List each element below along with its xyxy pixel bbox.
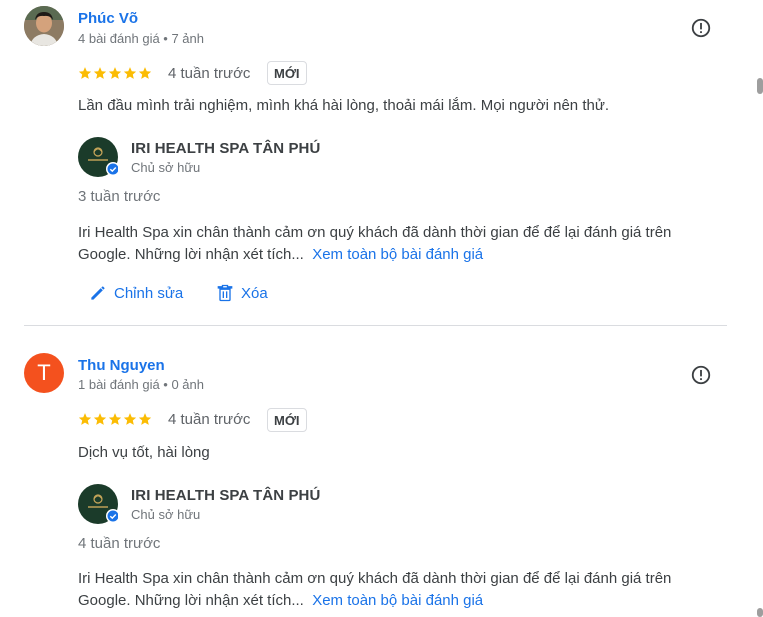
star-rating	[78, 412, 152, 426]
review-text: Dịch vụ tốt, hài lòng	[78, 444, 210, 461]
scrollbar-thumb[interactable]	[757, 78, 763, 94]
owner-name: IRI HEALTH SPA TÂN PHÚ	[131, 487, 321, 504]
star-icon	[108, 413, 122, 425]
owner-role: Chủ sở hữu	[131, 507, 201, 522]
star-icon	[138, 413, 152, 425]
owner-name: IRI HEALTH SPA TÂN PHÚ	[131, 140, 321, 157]
reviewer-meta: 4 bài đánh giá • 7 ảnh	[78, 31, 204, 46]
star-icon	[93, 413, 107, 425]
star-icon	[93, 67, 107, 79]
avatar[interactable]	[24, 6, 64, 46]
star-icon	[123, 413, 137, 425]
divider	[24, 325, 727, 326]
edit-label: Chỉnh sửa	[114, 284, 184, 302]
review-text: Lần đầu mình trải nghiệm, mình khá hài l…	[78, 97, 610, 114]
edit-button[interactable]: Chỉnh sửa	[88, 283, 183, 303]
reply-text: Iri Health Spa xin chân thành cảm ơn quý…	[78, 222, 718, 266]
new-badge: MỚI	[267, 408, 307, 432]
trash-icon	[217, 284, 233, 302]
review-time: 4 tuần trước	[168, 65, 251, 82]
flag-icon[interactable]	[690, 17, 712, 39]
delete-label: Xóa	[241, 284, 268, 302]
spa-logo	[78, 484, 118, 524]
see-full-review-link[interactable]: Xem toàn bộ bài đánh giá	[312, 592, 483, 609]
star-icon	[138, 67, 152, 79]
star-rating	[78, 66, 152, 80]
star-icon	[108, 67, 122, 79]
pencil-icon	[91, 286, 105, 300]
delete-button[interactable]: Xóa	[215, 283, 268, 303]
reply-text: Iri Health Spa xin chân thành cảm ơn quý…	[78, 568, 718, 612]
reply-time: 4 tuần trước	[78, 535, 161, 552]
star-icon	[78, 67, 92, 79]
owner-role: Chủ sở hữu	[131, 160, 201, 175]
spa-logo	[78, 137, 118, 177]
verified-check-icon	[107, 510, 118, 522]
star-icon	[123, 67, 137, 79]
flag-icon[interactable]	[690, 364, 712, 386]
reply-time: 3 tuần trước	[78, 188, 161, 205]
see-full-review-link[interactable]: Xem toàn bộ bài đánh giá	[312, 246, 483, 263]
new-badge: MỚI	[267, 61, 307, 85]
reviewer-meta: 1 bài đánh giá • 0 ảnh	[78, 377, 204, 392]
scrollbar-thumb-bottom[interactable]	[757, 608, 763, 617]
star-icon	[78, 413, 92, 425]
reviewer-name[interactable]: Phúc Võ	[78, 10, 138, 27]
review-time: 4 tuần trước	[168, 411, 251, 428]
verified-check-icon	[107, 163, 118, 175]
reviewer-name[interactable]: Thu Nguyen	[78, 357, 165, 374]
avatar[interactable]: T	[24, 353, 64, 393]
